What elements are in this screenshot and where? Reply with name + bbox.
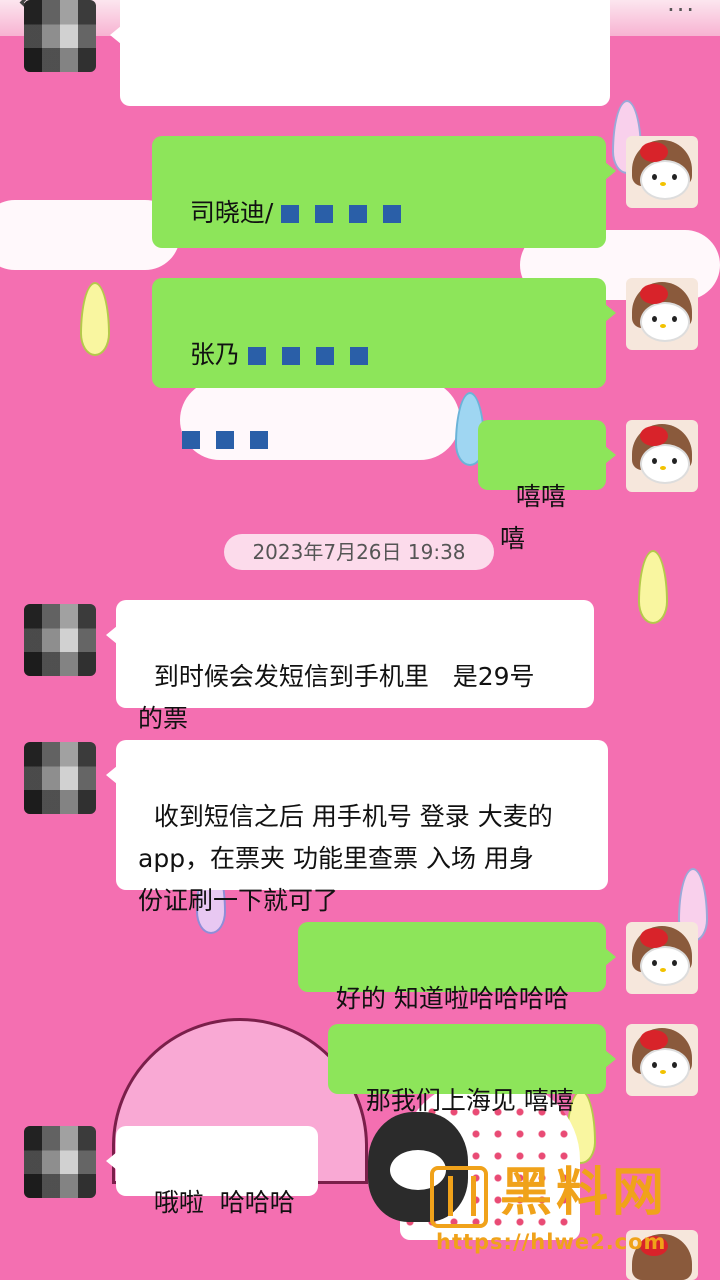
contact-avatar[interactable]	[24, 0, 96, 72]
message-bubble[interactable]: 那我们上海见 嘻嘻	[328, 1024, 616, 1115]
watermark-logo-icon	[430, 1166, 488, 1228]
message-bubble[interactable]: 好的 知道啦哈哈哈哈	[298, 922, 616, 1013]
contact-avatar[interactable]	[24, 742, 96, 814]
message-bubble[interactable]: 张乃	[152, 278, 616, 449]
message-timestamp: 2023年7月26日 19:38	[224, 534, 494, 570]
redaction-mosaic	[250, 431, 268, 449]
message-text: 好的 知道啦哈哈哈哈	[335, 984, 569, 1013]
my-avatar[interactable]	[626, 278, 698, 350]
message-bubble[interactable]: 收到短信之后 用手机号 登录 大麦的 app，在票夹 功能里查票 入场 用身 份…	[106, 740, 608, 915]
redaction-mosaic	[349, 205, 368, 223]
redaction-mosaic	[216, 431, 234, 449]
redaction-mosaic	[281, 347, 300, 365]
raindrop-decoration	[80, 282, 110, 356]
contact-avatar[interactable]	[24, 1126, 96, 1198]
message-bubble-partial	[110, 0, 610, 106]
watermark-title: 黑料网	[500, 1163, 669, 1223]
redaction-mosaic	[182, 431, 200, 449]
redaction-mosaic	[315, 347, 334, 365]
redaction-mosaic	[383, 205, 402, 223]
watermark-url: https://hlwe2.com	[436, 1230, 667, 1254]
message-bubble[interactable]: 到时候会发短信到手机里 是29号 的票	[106, 600, 594, 733]
my-avatar[interactable]	[626, 420, 698, 492]
message-bubble[interactable]: 司晓迪/ 18352	[152, 136, 616, 311]
more-dots-icon[interactable]: ···	[667, 0, 696, 24]
message-bubble[interactable]: 哦啦 哈哈哈	[106, 1126, 318, 1217]
message-text: 哦啦 哈哈哈	[153, 1188, 295, 1217]
my-avatar[interactable]	[626, 1024, 698, 1096]
message-bubble[interactable]: 嘻嘻嘻	[478, 420, 616, 553]
my-avatar[interactable]	[626, 136, 698, 208]
message-text: 张乃	[189, 340, 240, 369]
redaction-mosaic	[247, 347, 266, 365]
my-avatar[interactable]	[626, 922, 698, 994]
message-text: 那我们上海见 嘻嘻	[365, 1086, 574, 1115]
redaction-mosaic	[281, 205, 300, 223]
redaction-mosaic	[315, 205, 334, 223]
site-watermark: 黑料网 https://hlwe2.com	[430, 1158, 710, 1268]
redaction-mosaic	[349, 347, 368, 365]
message-text: 司晓迪/	[189, 198, 274, 227]
contact-avatar[interactable]	[24, 604, 96, 676]
raindrop-decoration	[638, 550, 668, 624]
